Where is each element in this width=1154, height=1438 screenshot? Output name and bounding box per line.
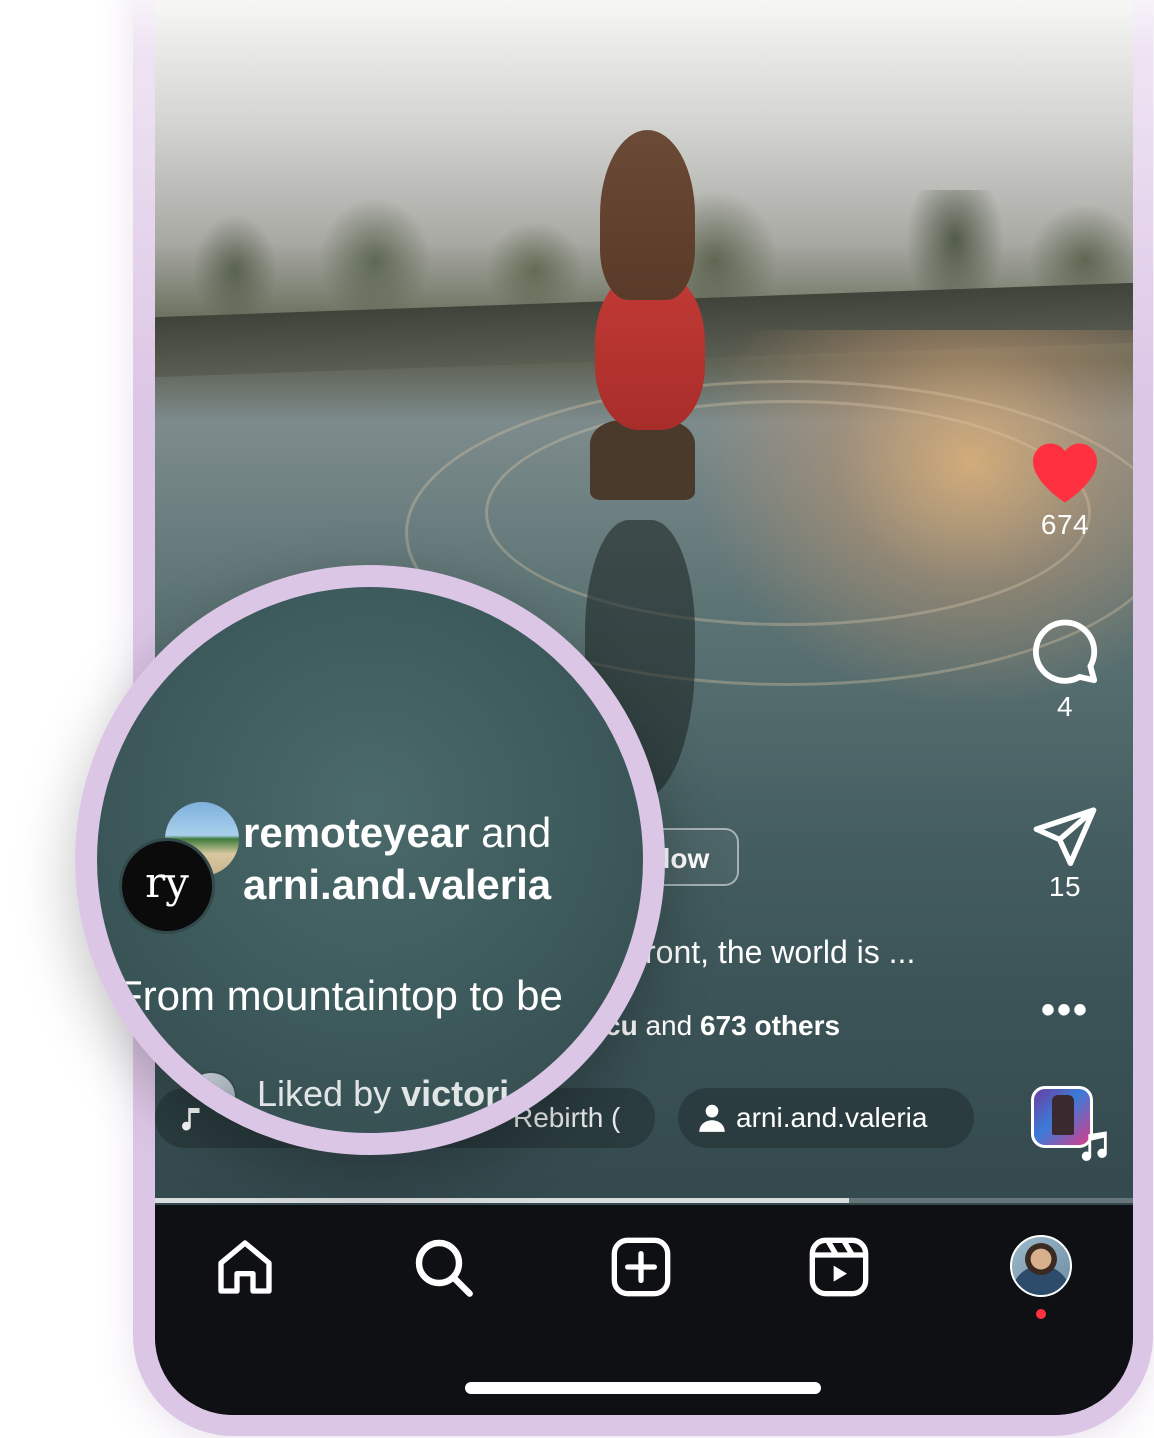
search-icon[interactable] [411, 1235, 475, 1299]
profile-notification-dot [1036, 1309, 1046, 1319]
author-secondary[interactable]: arni.and.valeria [243, 861, 551, 908]
home-icon[interactable] [213, 1235, 277, 1299]
liked-by-text[interactable]: cu and 673 others [605, 1010, 840, 1042]
person-icon [699, 1104, 725, 1132]
video-person-legs [590, 420, 695, 500]
heart-icon[interactable] [1030, 440, 1100, 504]
caption-text[interactable]: ront, the world is ... [645, 934, 915, 971]
video-person-hair [600, 130, 695, 300]
audio-thumbnail-art [1052, 1095, 1074, 1135]
like-count: 674 [1040, 509, 1090, 540]
liked-user-partial: victori [401, 1073, 510, 1114]
caption-magnified[interactable]: From mountaintop to be [117, 972, 563, 1020]
liked-others: 673 others [699, 1010, 841, 1041]
share-action[interactable]: 15 [1025, 806, 1105, 903]
liked-by-magnified[interactable]: Liked by victori [257, 1073, 509, 1115]
profile-avatar[interactable] [1010, 1235, 1072, 1297]
author-names[interactable]: remoteyear and arni.and.valeria [243, 807, 551, 911]
author-avatar[interactable]: ry [119, 838, 215, 934]
collaborator-chip[interactable]: arni.and.valeria [678, 1088, 974, 1148]
plus-square-icon[interactable] [609, 1235, 673, 1299]
collaborator-name: arni.and.valeria [736, 1102, 928, 1133]
video-progress-track[interactable] [155, 1198, 1133, 1203]
comment-count: 4 [1056, 691, 1074, 722]
video-progress-fill [155, 1198, 850, 1203]
audio-music-note-icon [1081, 1131, 1107, 1161]
liked-prefix: Liked by [257, 1073, 392, 1114]
reels-icon[interactable] [807, 1235, 871, 1299]
author-primary[interactable]: remoteyear [243, 809, 469, 856]
paper-plane-icon[interactable] [1032, 806, 1098, 866]
share-count: 15 [1048, 871, 1082, 902]
author-conjunction: and [481, 809, 552, 856]
liked-by-avatar [185, 1071, 237, 1123]
magnifier-loupe: ry remoteyear and arni.and.valeria From … [75, 565, 665, 1155]
more-options-icon[interactable]: ••• [1025, 990, 1105, 1030]
comment-icon[interactable] [1030, 616, 1100, 686]
comment-action[interactable]: 4 [1025, 616, 1105, 723]
like-action[interactable]: 674 [1025, 440, 1105, 541]
liked-and: and [645, 1010, 693, 1041]
home-indicator [465, 1382, 821, 1394]
